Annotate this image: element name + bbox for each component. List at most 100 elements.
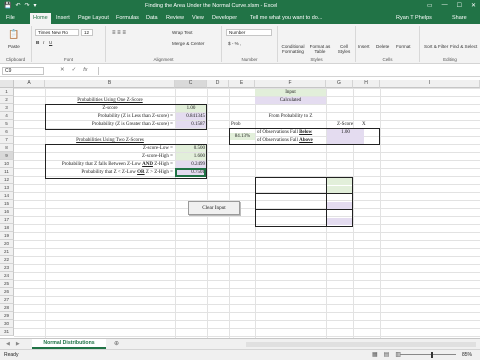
prev-sheet-icon[interactable]: ◀ — [6, 341, 10, 347]
maximize-button[interactable]: ☐ — [457, 2, 462, 9]
number-format-buttons[interactable]: $ - % , — [228, 41, 241, 46]
underline-button[interactable]: U — [49, 40, 52, 45]
tab-insert[interactable]: Insert — [56, 15, 70, 21]
row-header[interactable]: 5 — [0, 120, 14, 128]
column-header-b[interactable]: B — [45, 80, 175, 88]
row-header[interactable]: 13 — [0, 184, 14, 192]
row-header[interactable]: 31 — [0, 328, 14, 336]
formula-input[interactable] — [98, 67, 476, 75]
cell-styles-button[interactable]: Cell Styles — [334, 44, 354, 54]
row-header[interactable]: 3 — [0, 104, 14, 112]
row-header[interactable]: 12 — [0, 176, 14, 184]
row-header[interactable]: 27 — [0, 296, 14, 304]
row-header[interactable]: 9 — [0, 152, 14, 160]
row-header[interactable]: 4 — [0, 112, 14, 120]
row-header[interactable]: 11 — [0, 168, 14, 176]
merge-center-button[interactable]: Merge & Center — [172, 41, 204, 46]
next-sheet-icon[interactable]: ▶ — [16, 341, 20, 347]
tab-data[interactable]: Data — [146, 15, 158, 21]
row-header[interactable]: 23 — [0, 264, 14, 272]
column-header-h[interactable]: H — [353, 80, 380, 88]
horizontal-scrollbar[interactable] — [246, 342, 476, 347]
share-button[interactable]: Share — [452, 15, 467, 21]
column-header-c[interactable]: C — [175, 80, 207, 88]
side-input-1[interactable] — [327, 178, 352, 185]
row-header[interactable]: 14 — [0, 192, 14, 200]
row-header[interactable]: 25 — [0, 280, 14, 288]
row-header[interactable]: 24 — [0, 272, 14, 280]
row-header[interactable]: 20 — [0, 240, 14, 248]
tab-review[interactable]: Review — [166, 15, 184, 21]
prob-input[interactable]: 84.13% — [230, 133, 255, 140]
select-all-corner[interactable] — [0, 80, 14, 88]
tab-formulas[interactable]: Formulas — [116, 15, 139, 21]
paste-label[interactable]: Paste — [8, 44, 20, 49]
row-header[interactable]: 30 — [0, 320, 14, 328]
format-as-table-button[interactable]: Format as Table — [308, 44, 332, 54]
row-header[interactable]: 10 — [0, 160, 14, 168]
column-header-a[interactable]: A — [14, 80, 45, 88]
clear-input-button[interactable]: Clear Input — [188, 201, 240, 215]
row-header[interactable]: 15 — [0, 200, 14, 208]
sort-filter-button[interactable]: Sort & Filter — [424, 44, 448, 49]
wrap-text-button[interactable]: Wrap Text — [172, 30, 193, 35]
row-header[interactable]: 18 — [0, 224, 14, 232]
row-header[interactable]: 17 — [0, 216, 14, 224]
z-score-input[interactable]: 1.00 — [176, 105, 206, 112]
tab-developer[interactable]: Developer — [212, 15, 237, 21]
tab-page-layout[interactable]: Page Layout — [78, 15, 109, 21]
minimize-button[interactable]: — — [442, 2, 448, 9]
zoom-slider-knob[interactable] — [431, 352, 433, 358]
column-header-g[interactable]: G — [326, 80, 353, 88]
row-header[interactable]: 2 — [0, 96, 14, 104]
row-header[interactable]: 28 — [0, 304, 14, 312]
sheet-tab-normal-distributions[interactable]: Normal Distributions — [32, 339, 106, 349]
enter-icon[interactable]: ✓ — [72, 67, 77, 73]
normal-view-icon[interactable]: ▦ — [372, 351, 378, 358]
row-header[interactable]: 22 — [0, 256, 14, 264]
row-header[interactable]: 7 — [0, 136, 14, 144]
row-header[interactable]: 1 — [0, 88, 14, 96]
tab-home[interactable]: Home — [30, 13, 51, 24]
row-header[interactable]: 8 — [0, 144, 14, 152]
z-high-input[interactable]: 1.600 — [176, 153, 206, 160]
column-header-f[interactable]: F — [255, 80, 326, 88]
row-header[interactable]: 29 — [0, 312, 14, 320]
italic-button[interactable]: I — [43, 40, 44, 45]
cancel-icon[interactable]: ✕ — [60, 67, 65, 73]
conditional-formatting-button[interactable]: Conditional Formatting — [280, 44, 306, 54]
customize-qat-icon[interactable]: ▾ — [34, 2, 37, 9]
format-cells-button[interactable]: Format — [396, 44, 411, 49]
tab-view[interactable]: View — [192, 15, 204, 21]
zoom-slider[interactable] — [400, 354, 456, 355]
insert-cells-button[interactable]: Insert — [358, 44, 370, 49]
add-sheet-icon[interactable]: ⊕ — [114, 340, 119, 347]
ribbon-display-icon[interactable]: ▭ — [427, 2, 433, 9]
save-icon[interactable]: 💾 — [4, 2, 11, 9]
close-button[interactable]: ✕ — [471, 2, 476, 9]
delete-cells-button[interactable]: Delete — [376, 44, 389, 49]
font-size-box[interactable]: 12 — [81, 29, 93, 36]
row-header[interactable]: 16 — [0, 208, 14, 216]
row-header[interactable]: 26 — [0, 288, 14, 296]
fx-icon[interactable]: fx — [83, 67, 87, 73]
z-low-input[interactable]: 0.500 — [176, 145, 206, 152]
user-account[interactable]: Ryan T Phelps — [396, 15, 432, 21]
paste-icon[interactable]: 📋 — [8, 30, 19, 39]
find-select-button[interactable]: Find & Select — [450, 44, 477, 49]
undo-icon[interactable]: ↶ — [15, 2, 20, 9]
column-header-i[interactable]: I — [380, 80, 480, 88]
row-header[interactable]: 19 — [0, 232, 14, 240]
page-layout-view-icon[interactable]: ▤ — [384, 351, 390, 358]
bold-button[interactable]: B — [36, 40, 39, 45]
zoom-level[interactable]: 85% — [462, 352, 472, 358]
tell-me-search[interactable]: Tell me what you want to do... — [250, 15, 322, 21]
font-name-box[interactable]: Times New Ro — [35, 29, 79, 36]
row-header[interactable]: 6 — [0, 128, 14, 136]
column-header-e[interactable]: E — [229, 80, 255, 88]
tab-file[interactable]: File — [6, 15, 15, 21]
column-header-d[interactable]: D — [207, 80, 229, 88]
redo-icon[interactable]: ↷ — [25, 2, 30, 9]
number-format-box[interactable]: Number — [226, 29, 272, 36]
align-icons[interactable]: ≡ ≡ ≡ — [112, 30, 126, 36]
